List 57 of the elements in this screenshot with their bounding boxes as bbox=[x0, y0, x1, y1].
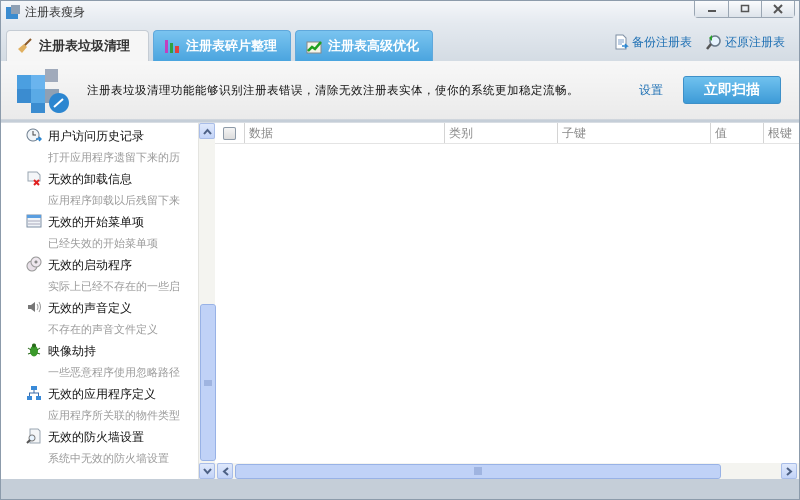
category-title[interactable]: 无效的开始菜单项 bbox=[48, 213, 198, 235]
category-title[interactable]: 无效的防火墙设置 bbox=[48, 428, 198, 450]
scroll-left-button[interactable] bbox=[217, 463, 233, 479]
column-header[interactable]: 子键 bbox=[557, 123, 710, 143]
category-description: 一些恶意程序使用忽略路径 bbox=[48, 365, 181, 381]
scroll-down-button[interactable] bbox=[199, 463, 215, 479]
broom-icon bbox=[17, 38, 33, 54]
chevron-right-icon bbox=[786, 466, 792, 476]
category-description: 实际上已经不存在的一些启 bbox=[48, 279, 181, 295]
category-description: 不存在的声音文件定义 bbox=[48, 322, 159, 338]
menu-list-icon bbox=[26, 213, 42, 229]
category-description: 打开应用程序遗留下来的历 bbox=[48, 150, 181, 166]
close-button[interactable] bbox=[761, 1, 794, 17]
scrollbar-thumb[interactable] bbox=[200, 304, 216, 461]
column-header[interactable]: 值 bbox=[710, 123, 763, 143]
chevron-left-icon bbox=[222, 466, 228, 476]
minimize-button[interactable] bbox=[695, 1, 728, 17]
category-title[interactable]: 无效的声音定义 bbox=[48, 299, 198, 321]
category-description: 应用程序卸载以后残留下来 bbox=[48, 193, 181, 209]
category-description: 应用程序所关联的物件类型 bbox=[48, 408, 181, 424]
category-description: 已经失效的开始菜单项 bbox=[48, 236, 159, 252]
scroll-up-button[interactable] bbox=[199, 123, 215, 139]
network-icon bbox=[26, 385, 42, 401]
chevron-down-icon bbox=[202, 468, 212, 474]
discs-icon bbox=[26, 256, 42, 272]
column-header[interactable]: 根键 bbox=[763, 123, 799, 143]
window-title: 注册表瘦身 bbox=[25, 4, 86, 20]
select-all-checkbox[interactable] bbox=[223, 126, 236, 140]
category-description: 系统中无效的防火墙设置 bbox=[48, 451, 170, 467]
app-cube-icon bbox=[5, 4, 21, 20]
document-search-icon bbox=[26, 428, 42, 444]
bug-icon bbox=[26, 342, 42, 358]
toolbar-link[interactable]: 还原注册表 bbox=[706, 34, 785, 50]
category-title[interactable]: 映像劫持 bbox=[48, 342, 198, 364]
description-text: 注册表垃圾清理功能能够识别注册表错误，清除无效注册表实体，使你的系统更加稳定流畅。 bbox=[87, 82, 580, 98]
speaker-icon bbox=[26, 299, 42, 315]
magnifier-icon bbox=[706, 34, 722, 50]
close-icon bbox=[773, 4, 783, 14]
bar-chart-icon bbox=[164, 38, 180, 54]
category-title[interactable]: 无效的启动程序 bbox=[48, 256, 198, 278]
chevron-up-icon bbox=[202, 128, 212, 134]
document-icon bbox=[613, 34, 629, 50]
document-delete-icon bbox=[26, 170, 42, 186]
clock-icon bbox=[26, 127, 42, 143]
maximize-icon bbox=[740, 4, 750, 14]
toolbar-link[interactable]: 备份注册表 bbox=[613, 34, 692, 50]
column-header[interactable]: 类别 bbox=[444, 123, 557, 143]
settings-link[interactable]: 设置 bbox=[639, 82, 663, 98]
tab[interactable]: 注册表垃圾清理 bbox=[6, 30, 149, 61]
maximize-button[interactable] bbox=[728, 1, 761, 17]
scroll-right-button[interactable] bbox=[781, 463, 797, 479]
category-title[interactable]: 无效的应用程序定义 bbox=[48, 385, 198, 407]
scrollbar-thumb[interactable] bbox=[235, 464, 721, 478]
category-title[interactable]: 用户访问历史记录 bbox=[48, 127, 198, 149]
column-header[interactable]: 数据 bbox=[244, 123, 444, 143]
category-title[interactable]: 无效的卸载信息 bbox=[48, 170, 198, 192]
scan-button[interactable]: 立即扫描 bbox=[683, 76, 781, 104]
